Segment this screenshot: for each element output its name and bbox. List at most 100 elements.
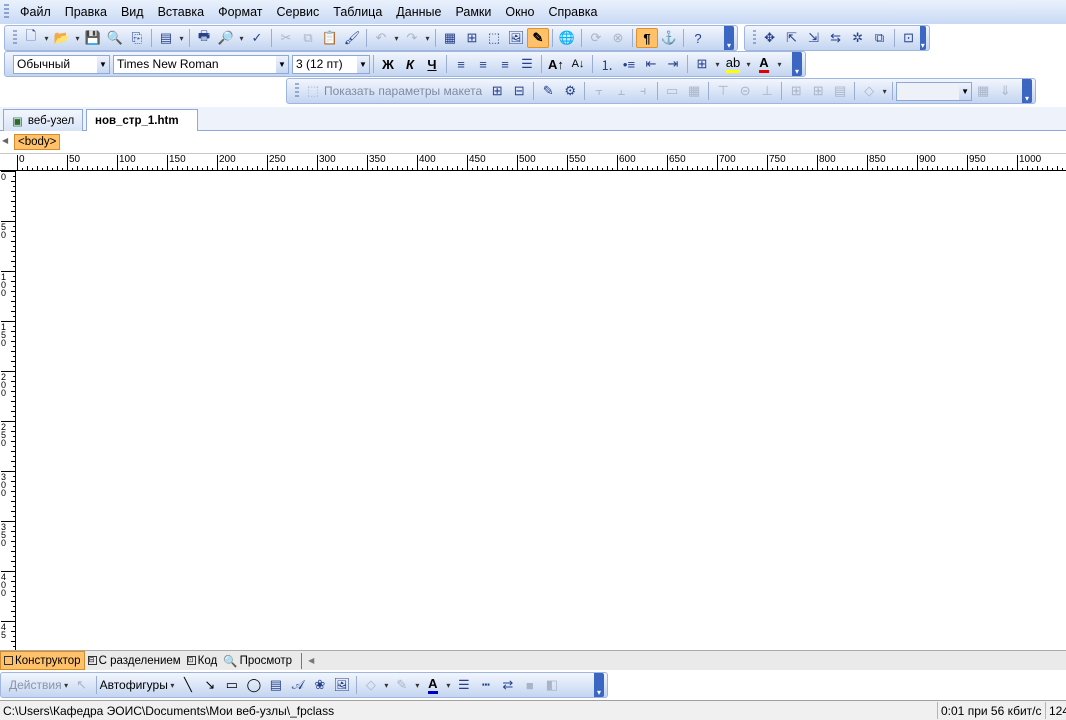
toolbar-grip[interactable] — [13, 30, 17, 46]
undo-dropdown-icon[interactable]: ▾ — [392, 34, 401, 43]
refresh-icon[interactable]: ⟳ — [585, 28, 607, 48]
merge-cells-icon[interactable]: ▭ — [661, 81, 683, 101]
font-select[interactable]: Times New Roman ▼ — [113, 54, 289, 74]
menu-view[interactable]: Вид — [114, 5, 151, 19]
save-icon[interactable]: 💾 — [82, 28, 104, 48]
table-properties-icon[interactable]: ⚙ — [559, 81, 581, 101]
italic-button[interactable]: К — [399, 54, 421, 74]
increase-font-icon[interactable]: A↑ — [545, 54, 567, 74]
align-right-icon[interactable]: ≡ — [494, 54, 516, 74]
toolbar-options-icon[interactable]: ▾ — [724, 26, 734, 50]
font-color-dropdown-icon[interactable]: ▾ — [444, 681, 453, 690]
fill-color-icon[interactable]: ◇ — [360, 675, 382, 695]
increase-indent-icon[interactable]: ⇥ — [662, 54, 684, 74]
chevron-down-icon[interactable]: ▼ — [357, 55, 369, 73]
menu-frames[interactable]: Рамки — [448, 5, 498, 19]
chevron-down-icon[interactable]: ▼ — [97, 55, 109, 73]
menu-tools[interactable]: Сервис — [269, 5, 326, 19]
menu-insert[interactable]: Вставка — [151, 5, 211, 19]
arrow-icon[interactable]: ↘ — [199, 675, 221, 695]
font-color-icon[interactable]: A — [753, 54, 775, 74]
toolbar-options-icon[interactable]: ▾ — [594, 673, 604, 697]
align-center-icon[interactable]: ≡ — [472, 54, 494, 74]
view-design-tab[interactable]: Конструктор — [0, 651, 85, 670]
style-select[interactable]: Обычный ▼ — [13, 54, 110, 74]
publish-icon[interactable]: ⎘ — [126, 28, 148, 48]
layout-cell-icon[interactable]: ⊟ — [508, 81, 530, 101]
fill-dropdown-icon[interactable]: ▾ — [880, 87, 889, 96]
tab-page[interactable]: нов_стр_1.htm — [86, 109, 198, 132]
anchor-icon[interactable]: ⚓ — [658, 28, 680, 48]
select-objects-icon[interactable]: ↖ — [71, 675, 93, 695]
show-layout-params-button[interactable]: Показать параметры макета — [324, 84, 482, 98]
new-page-icon[interactable]: 🗋 — [20, 28, 42, 48]
shadow-icon[interactable]: ■ — [519, 675, 541, 695]
hyperlink-icon[interactable]: 🌐 — [556, 28, 578, 48]
search-icon[interactable]: 🔍 — [104, 28, 126, 48]
distribute-rows-icon[interactable]: ⊞ — [785, 81, 807, 101]
toolbar-grip[interactable] — [753, 30, 756, 46]
justify-icon[interactable]: ☰ — [516, 54, 538, 74]
print-icon[interactable]: 🖶 — [193, 28, 215, 48]
actions-menu[interactable]: Действия — [9, 678, 62, 692]
chevron-down-icon[interactable]: ▼ — [276, 55, 288, 73]
numbered-list-icon[interactable]: ⒈ — [596, 54, 618, 74]
decrease-indent-icon[interactable]: ⇤ — [640, 54, 662, 74]
insert-table-icon[interactable]: ⊞ — [461, 28, 483, 48]
oval-icon[interactable]: ◯ — [243, 675, 265, 695]
bold-button[interactable]: Ж — [377, 54, 399, 74]
redo-dropdown-icon[interactable]: ▾ — [423, 34, 432, 43]
chevron-down-icon[interactable]: ▼ — [959, 82, 972, 100]
align-top-icon[interactable]: ⊤ — [712, 81, 734, 101]
tab-website[interactable]: ▣ веб-узел — [3, 109, 84, 131]
preview-browser-icon[interactable]: 🔎 — [215, 28, 237, 48]
menu-help[interactable]: Справка — [541, 5, 604, 19]
show-all-icon[interactable]: ¶ — [636, 28, 658, 48]
menu-edit[interactable]: Правка — [58, 5, 114, 19]
split-cells-icon[interactable]: ⫞ — [632, 81, 654, 101]
actions-dropdown-icon[interactable]: ▾ — [62, 681, 71, 690]
view-code-tab[interactable]: ⊡ Код — [184, 651, 221, 670]
borders-dropdown-icon[interactable]: ▾ — [713, 60, 722, 69]
insert-layer-icon[interactable]: ▦ — [439, 28, 461, 48]
align-objects-icon[interactable]: ⇆ — [825, 28, 847, 48]
table-autoformat-icon[interactable]: ▦ — [972, 81, 994, 101]
cut-icon[interactable]: ✂ — [275, 28, 297, 48]
position-absolute-icon[interactable]: ✥ — [759, 28, 781, 48]
send-backward-icon[interactable]: ⇲ — [803, 28, 825, 48]
redo-icon[interactable]: ↷ — [401, 28, 423, 48]
wrap-icon[interactable]: ⊡ — [898, 28, 920, 48]
menu-file[interactable]: Файл — [13, 5, 58, 19]
wordart-icon[interactable]: 𝒜 — [287, 675, 309, 695]
design-canvas[interactable] — [16, 171, 1066, 650]
textbox-icon[interactable]: ▤ — [265, 675, 287, 695]
paste-icon[interactable]: 📋 — [319, 28, 341, 48]
tag-scroll-left-icon[interactable]: ◀ — [2, 136, 8, 145]
decrease-font-icon[interactable]: A↓ — [567, 54, 589, 74]
new-dropdown-icon[interactable]: ▾ — [42, 34, 51, 43]
highlight-dropdown-icon[interactable]: ▾ — [744, 60, 753, 69]
stop-icon[interactable]: ⊗ — [607, 28, 629, 48]
split-table-icon[interactable]: ▦ — [683, 81, 705, 101]
toolbar-options-icon[interactable]: ▾ — [1022, 79, 1032, 103]
layout-params-icon[interactable]: ⬚ — [302, 81, 324, 101]
borders-icon[interactable]: ⊞ — [691, 54, 713, 74]
menu-table[interactable]: Таблица — [326, 5, 389, 19]
arrow-style-icon[interactable]: ⇄ — [497, 675, 519, 695]
dash-style-icon[interactable]: ┅ — [475, 675, 497, 695]
insert-rows-icon[interactable]: ⫟ — [588, 81, 610, 101]
fill-down-icon[interactable]: ⇓ — [994, 81, 1016, 101]
insert-layout-icon[interactable]: ⬚ — [483, 28, 505, 48]
web-component-icon[interactable]: ▤ — [155, 28, 177, 48]
menu-grip[interactable] — [4, 4, 9, 20]
fill-color-icon[interactable]: ◇ — [858, 81, 880, 101]
drawing-toggle-icon[interactable]: ✎ — [527, 28, 549, 48]
open-icon[interactable]: 📂 — [51, 28, 73, 48]
highlight-icon[interactable]: ab — [722, 54, 744, 74]
spelling-icon[interactable]: ✓ — [246, 28, 268, 48]
line-style-icon[interactable]: ☰ — [453, 675, 475, 695]
group-icon[interactable]: ⧉ — [869, 28, 891, 48]
toolbar-grip[interactable] — [295, 83, 299, 99]
font-color-icon[interactable]: A — [422, 675, 444, 695]
align-left-icon[interactable]: ≡ — [450, 54, 472, 74]
